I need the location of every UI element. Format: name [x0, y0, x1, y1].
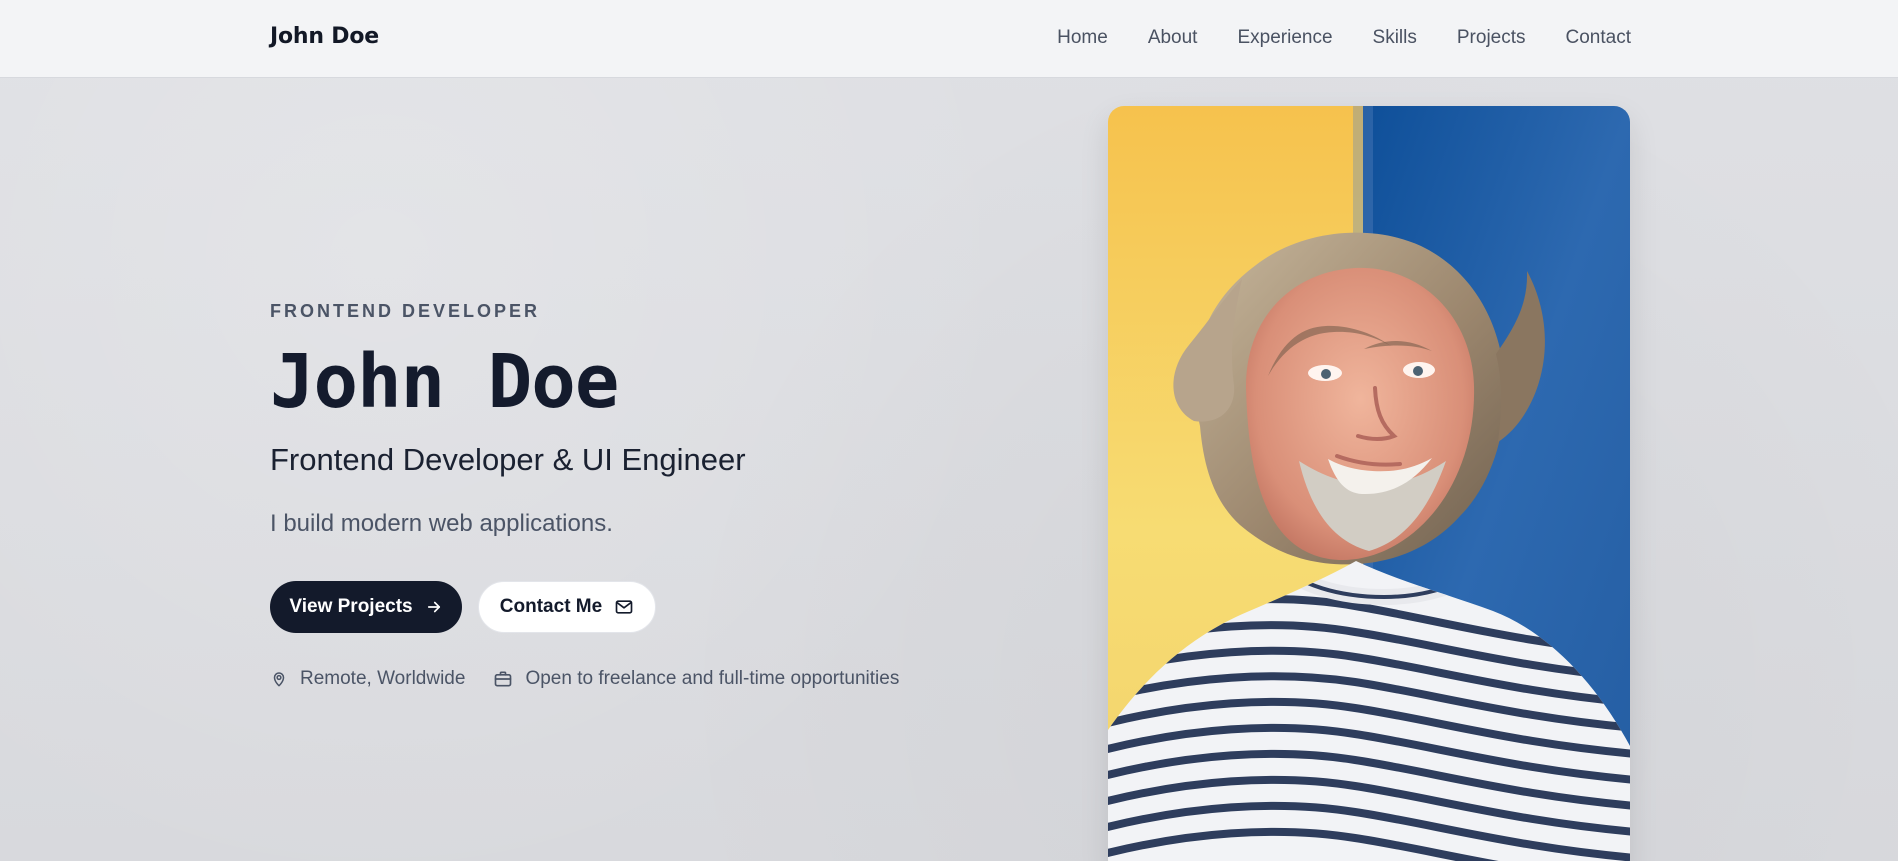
nav-home-link[interactable]: Home — [1057, 26, 1108, 50]
contact-me-button[interactable]: Contact Me — [478, 581, 656, 633]
nav-skills-link[interactable]: Skills — [1373, 26, 1417, 50]
mail-icon — [614, 597, 634, 617]
hero-actions: View Projects Contact Me — [270, 581, 970, 633]
map-pin-icon — [270, 669, 288, 689]
view-projects-button[interactable]: View Projects — [270, 581, 462, 633]
profile-photo-card — [1108, 106, 1630, 861]
location-meta: Remote, Worldwide — [270, 667, 465, 691]
availability-meta: Open to freelance and full-time opportun… — [493, 667, 899, 691]
hero-eyebrow: FRONTEND DEVELOPER — [270, 301, 541, 321]
hero-title: John Doe — [270, 339, 619, 425]
hero-subtitle: Frontend Developer & UI Engineer — [270, 442, 746, 477]
nav-experience-link[interactable]: Experience — [1237, 26, 1332, 50]
profile-photo — [1108, 106, 1630, 861]
availability-text: Open to freelance and full-time opportun… — [525, 668, 900, 689]
main-navigation: Home About Experience Skills Projects Co… — [1057, 26, 1631, 50]
location-text: Remote, Worldwide — [300, 668, 466, 689]
hero-meta: Remote, Worldwide Open to freelance and … — [270, 667, 970, 691]
site-logo-text[interactable]: John Doe — [270, 24, 379, 49]
nav-about-link[interactable]: About — [1148, 26, 1198, 50]
contact-me-label: Contact Me — [499, 596, 603, 617]
nav-projects-link[interactable]: Projects — [1457, 26, 1526, 50]
hero-description: I build modern web applications. — [270, 510, 613, 537]
view-projects-label: View Projects — [289, 596, 413, 617]
briefcase-icon — [493, 669, 513, 689]
arrow-right-icon — [425, 598, 443, 616]
top-navigation-bar: John Doe Home About Experience Skills Pr… — [0, 0, 1898, 78]
nav-contact-link[interactable]: Contact — [1566, 26, 1631, 50]
hero-section: FRONTEND DEVELOPER John Doe Frontend Dev… — [270, 300, 970, 691]
